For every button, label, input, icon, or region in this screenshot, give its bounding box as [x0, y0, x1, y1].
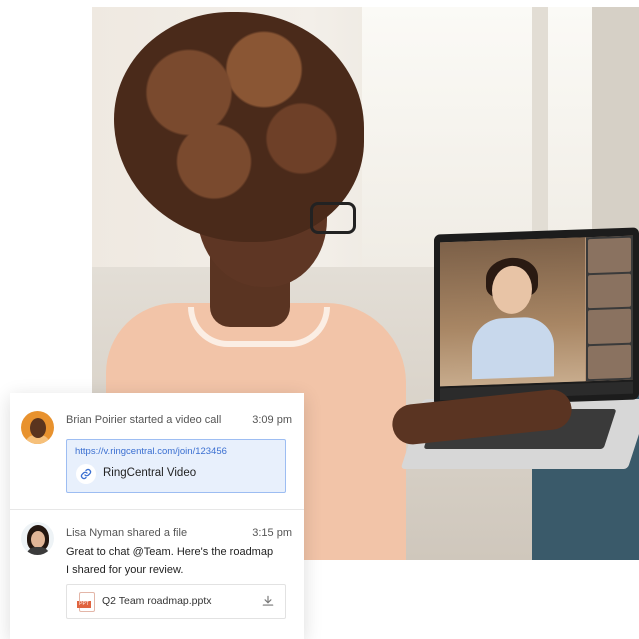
message-body-line: Great to chat @Team. Here's the roadmap [66, 546, 274, 558]
file-type-tag: PPT [77, 601, 91, 608]
message-body: Great to chat @Team. Here's the roadmap … [66, 543, 296, 579]
chat-card: Brian Poirier started a video call 3:09 … [10, 393, 304, 639]
main-video-tile [440, 237, 585, 387]
participant-face [492, 265, 532, 315]
avatar-face [31, 531, 45, 548]
video-call-window [440, 235, 633, 387]
avatar [21, 522, 54, 555]
participant-thumbnail [588, 308, 631, 344]
download-icon[interactable] [261, 594, 275, 608]
laptop-screen [434, 227, 639, 407]
participant-thumbnail [588, 344, 631, 380]
message-sender: Lisa Nyman shared a file [66, 527, 188, 539]
pptx-file-icon: PPT [77, 592, 95, 612]
avatar-shirt [26, 547, 50, 555]
participant-thumbnail [588, 273, 631, 309]
participant-body [472, 316, 554, 380]
participant-thumbnails [586, 235, 633, 382]
participant-thumbnail [588, 237, 631, 273]
file-name[interactable]: Q2 Team roadmap.pptx [102, 595, 212, 607]
chat-message: Lisa Nyman shared a file 3:15 pm Great t… [10, 393, 304, 639]
glasses [310, 202, 356, 234]
message-body-line: I shared for your review. [66, 564, 184, 576]
shared-file-attachment[interactable]: PPT Q2 Team roadmap.pptx [66, 584, 286, 619]
message-time: 3:15 pm [252, 527, 292, 539]
